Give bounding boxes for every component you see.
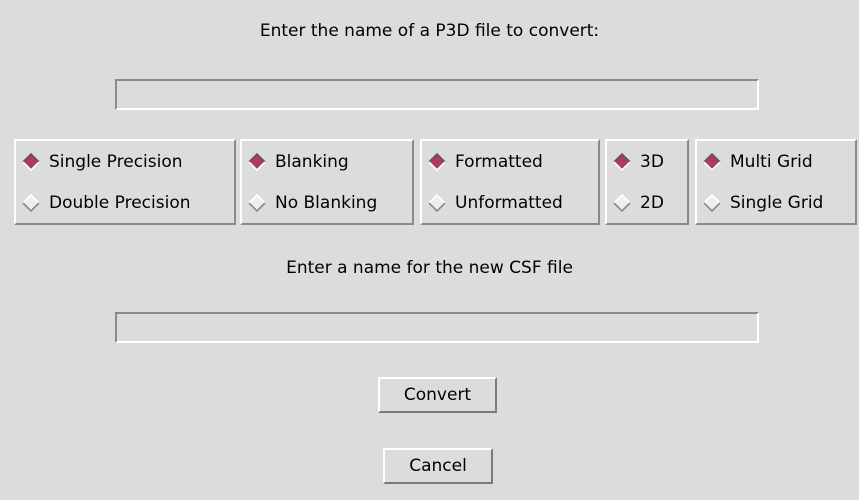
radio-blanking[interactable]: Blanking xyxy=(242,147,349,177)
precision-radio-group: Single Precision Double Precision xyxy=(14,139,236,225)
radio-label: Multi Grid xyxy=(730,152,813,172)
radio-label: 3D xyxy=(640,152,664,172)
radio-single-precision[interactable]: Single Precision xyxy=(16,147,183,177)
p3d-file-prompt: Enter the name of a P3D file to convert: xyxy=(259,21,600,41)
radio-diamond-icon xyxy=(428,153,446,171)
radio-diamond-icon xyxy=(613,194,631,212)
dimension-radio-group: 3D 2D xyxy=(605,139,689,225)
radio-label: 2D xyxy=(640,193,664,213)
radio-label: Blanking xyxy=(275,152,349,172)
csf-file-input[interactable] xyxy=(115,312,759,343)
radio-label: Single Grid xyxy=(730,193,824,213)
radio-label: No Blanking xyxy=(275,193,378,213)
convert-button[interactable]: Convert xyxy=(378,377,497,413)
radio-single-grid[interactable]: Single Grid xyxy=(697,188,823,218)
radio-diamond-icon xyxy=(703,153,721,171)
radio-diamond-icon xyxy=(428,194,446,212)
radio-2d[interactable]: 2D xyxy=(607,188,664,218)
radio-formatted[interactable]: Formatted xyxy=(422,147,543,177)
radio-label: Formatted xyxy=(455,152,543,172)
radio-diamond-icon xyxy=(248,194,266,212)
radio-label: Single Precision xyxy=(49,152,183,172)
csf-file-prompt: Enter a name for the new CSF file xyxy=(286,258,573,278)
radio-3d[interactable]: 3D xyxy=(607,147,664,177)
cancel-button[interactable]: Cancel xyxy=(383,448,493,484)
radio-unformatted[interactable]: Unformatted xyxy=(422,188,563,218)
radio-diamond-icon xyxy=(248,153,266,171)
radio-label: Unformatted xyxy=(455,193,563,213)
radio-multi-grid[interactable]: Multi Grid xyxy=(697,147,813,177)
radio-diamond-icon xyxy=(22,194,40,212)
radio-diamond-icon xyxy=(22,153,40,171)
radio-label: Double Precision xyxy=(49,193,191,213)
radio-double-precision[interactable]: Double Precision xyxy=(16,188,191,218)
grid-radio-group: Multi Grid Single Grid xyxy=(695,139,857,225)
radio-no-blanking[interactable]: No Blanking xyxy=(242,188,377,218)
radio-diamond-icon xyxy=(703,194,721,212)
radio-diamond-icon xyxy=(613,153,631,171)
p3d-file-input[interactable] xyxy=(115,79,759,110)
blanking-radio-group: Blanking No Blanking xyxy=(240,139,414,225)
format-radio-group: Formatted Unformatted xyxy=(420,139,600,225)
